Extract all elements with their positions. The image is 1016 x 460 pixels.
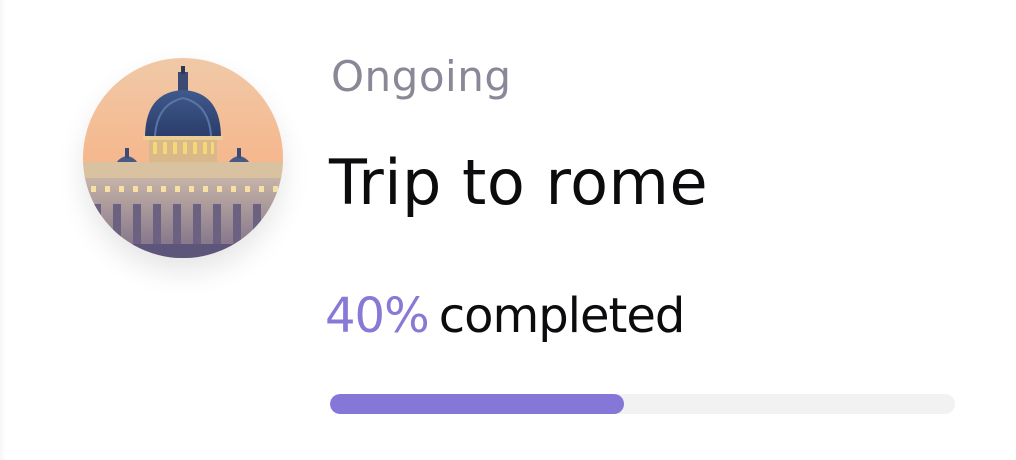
progress-bar-fill — [330, 394, 624, 414]
progress-percent: 40% — [325, 288, 430, 344]
trip-card[interactable]: Ongoing Trip to rome 40% completed — [0, 0, 1016, 460]
trip-title: Trip to rome — [329, 146, 709, 219]
rome-dome-image — [83, 58, 283, 258]
trip-status: Ongoing — [331, 52, 512, 101]
progress-suffix: completed — [438, 288, 686, 344]
trip-thumbnail — [83, 58, 283, 258]
progress-bar — [330, 394, 955, 414]
progress-label: 40% completed — [325, 288, 686, 346]
